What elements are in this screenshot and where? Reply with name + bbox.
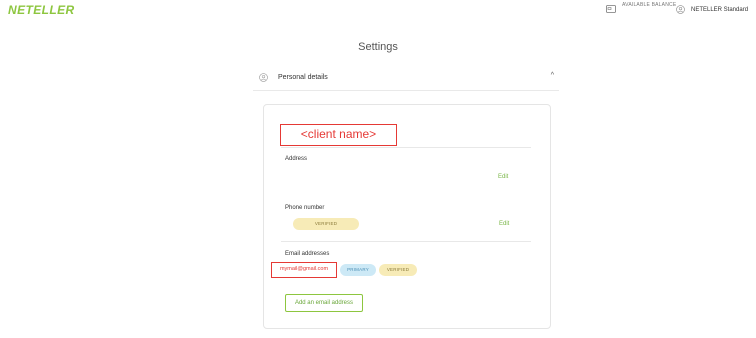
user-icon bbox=[259, 73, 268, 82]
divider bbox=[281, 147, 531, 148]
address-label: Address bbox=[285, 156, 308, 162]
phone-number-label: Phone number bbox=[285, 205, 325, 211]
wallet-icon bbox=[606, 5, 616, 13]
neteller-logo[interactable]: NETELLER bbox=[8, 3, 75, 17]
personal-details-label: Personal details bbox=[278, 74, 328, 81]
divider bbox=[281, 241, 531, 242]
account-type-label[interactable]: NETELLER Standard bbox=[691, 7, 748, 13]
personal-details-header[interactable]: Personal details ^ bbox=[253, 66, 559, 91]
page-title: Settings bbox=[358, 41, 398, 53]
email-verified-badge: VERIFIED bbox=[379, 264, 417, 276]
email-addresses-label: Email addresses bbox=[285, 251, 330, 257]
phone-edit-link[interactable]: Edit bbox=[499, 221, 509, 227]
address-edit-link[interactable]: Edit bbox=[498, 174, 508, 180]
client-name: <client name> bbox=[280, 124, 397, 146]
phone-verified-badge: VERIFIED bbox=[293, 218, 359, 230]
user-icon[interactable] bbox=[676, 5, 685, 14]
available-balance-label: AVAILABLE BALANCE bbox=[622, 2, 677, 8]
primary-badge: PRIMARY bbox=[340, 264, 376, 276]
chevron-up-icon[interactable]: ^ bbox=[551, 72, 554, 79]
email-address-value: mymail@gmail.com bbox=[271, 262, 337, 278]
add-email-button[interactable]: Add an email address bbox=[285, 294, 363, 312]
